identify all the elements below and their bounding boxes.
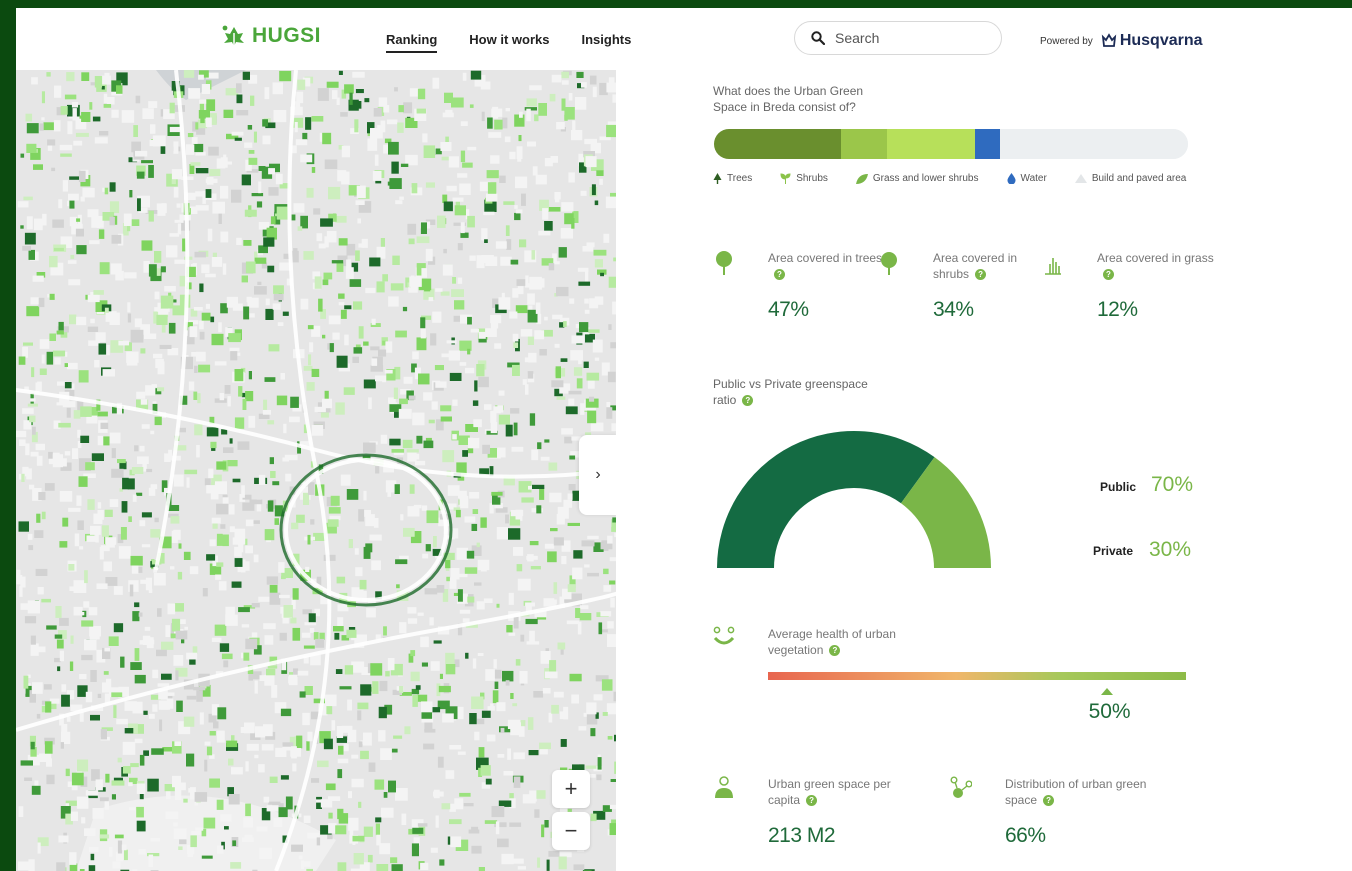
public-label: Public: [1100, 480, 1137, 494]
husqvarna-logo[interactable]: Husqvarna: [1101, 32, 1203, 50]
search-input[interactable]: [835, 30, 975, 46]
stat-grass: Area covered in grass? 12%: [1042, 250, 1214, 330]
powered-by: Powered by Husqvarna: [1040, 32, 1203, 50]
paved-segment: [1000, 129, 1188, 159]
ratio-title: Public vs Private greenspace ratio?: [713, 376, 893, 408]
city-details-panel: What does the Urban Green Space in Breda…: [616, 70, 1352, 871]
shrubs-segment: [841, 129, 887, 159]
search-icon: [811, 31, 825, 45]
help-icon[interactable]: ?: [806, 795, 818, 806]
stat-per-capita: Urban green space per capita? 213 M2: [713, 776, 933, 866]
water-segment: [975, 129, 1000, 159]
powered-by-label: Powered by: [1040, 35, 1093, 47]
distribution-value: 66%: [1005, 824, 1046, 847]
stat-shrubs: Area covered in shrubs? 34%: [878, 250, 1038, 330]
public-private-gauge: [717, 431, 991, 568]
main-nav: Ranking How it works Insights: [386, 32, 631, 53]
help-icon[interactable]: ?: [742, 395, 754, 406]
brand-name: Husqvarna: [1119, 32, 1203, 49]
app-window: HUGSI Ranking How it works Insights Powe…: [16, 8, 1352, 871]
help-icon[interactable]: ?: [774, 269, 785, 280]
help-icon[interactable]: ?: [975, 269, 987, 280]
search-box[interactable]: [794, 21, 1002, 55]
legend-item-water: Water: [1006, 173, 1047, 184]
logo-text: HUGSI: [252, 24, 322, 47]
nav-insights[interactable]: Insights: [581, 32, 631, 53]
per-capita-label: Urban green space per capita: [768, 777, 891, 807]
panel-toggle-button[interactable]: ›: [579, 435, 616, 515]
leaf-icon: [855, 173, 868, 184]
composition-bar: [714, 129, 1188, 159]
hugsi-logo[interactable]: HUGSI: [222, 24, 321, 48]
chevron-right-icon: ›: [595, 466, 601, 483]
shrub-icon: [881, 252, 897, 275]
zoom-in-button[interactable]: +: [552, 770, 590, 808]
public-value: 70%: [1151, 473, 1194, 496]
health-value: 50%: [1088, 700, 1131, 723]
legend-label-trees: Trees: [727, 173, 753, 184]
legend-item-shrubs: Shrubs: [780, 173, 828, 184]
help-icon[interactable]: ?: [1103, 269, 1114, 280]
legend-label-water: Water: [1020, 173, 1047, 184]
composition-legend: Trees Shrubs Grass and lower shrubs Wate…: [713, 173, 1193, 184]
stat-shrubs-value: 34%: [933, 298, 974, 321]
legend-item-grass: Grass and lower shrubs: [855, 173, 979, 184]
distribution-label: Distribution of urban green space: [1005, 777, 1147, 807]
legend-label-grass: Grass and lower shrubs: [872, 173, 979, 184]
hugsi-leaf-icon: [222, 25, 244, 46]
stat-grass-value: 12%: [1097, 298, 1138, 321]
legend-label-paved: Build and paved area: [1091, 173, 1187, 184]
drop-icon: [1006, 173, 1016, 184]
top-navigation-bar: HUGSI Ranking How it works Insights Powe…: [16, 8, 1352, 70]
sprout-icon: [780, 173, 791, 184]
stat-grass-label: Area covered in grass: [1097, 251, 1214, 265]
health-gradient-bar: [768, 672, 1186, 680]
city-map[interactable]: › + −: [16, 70, 616, 871]
trees-segment: [714, 129, 841, 159]
health-marker: [1100, 688, 1113, 695]
husqvarna-crown-icon: [1101, 33, 1116, 47]
legend-item-paved: Build and paved area: [1074, 173, 1187, 184]
tree-icon: [713, 173, 722, 184]
health-section: Average health of urban vegetation?: [713, 626, 1013, 666]
legend-item-trees: Trees: [713, 173, 752, 184]
stat-trees-label: Area covered in trees: [768, 251, 883, 265]
triangle-icon: [1074, 174, 1087, 183]
grass-icon: [1045, 258, 1061, 275]
tree-icon: [716, 251, 732, 275]
person-icon: [715, 776, 733, 798]
distribution-icon: [950, 776, 972, 798]
private-value: 30%: [1149, 538, 1192, 561]
nav-how-it-works[interactable]: How it works: [469, 32, 549, 53]
help-icon[interactable]: ?: [1043, 795, 1055, 806]
stat-distribution: Distribution of urban green space? 66%: [950, 776, 1190, 866]
nav-ranking[interactable]: Ranking: [386, 32, 438, 53]
composition-question: What does the Urban Green Space in Breda…: [713, 84, 864, 114]
per-capita-value: 213 M2: [768, 824, 836, 847]
ratio-title-text: Public vs Private greenspace ratio: [713, 377, 868, 407]
smile-icon: [713, 626, 735, 645]
gauge-public-arc: [717, 431, 935, 568]
private-label: Private: [1093, 544, 1134, 558]
map-canvas[interactable]: [16, 70, 616, 871]
stat-trees-value: 47%: [768, 298, 809, 321]
stat-trees: Area covered in trees? 47%: [713, 250, 882, 330]
zoom-out-button[interactable]: −: [552, 812, 590, 850]
grass-segment: [887, 129, 975, 159]
legend-label-shrubs: Shrubs: [796, 173, 828, 184]
help-icon[interactable]: ?: [829, 645, 841, 656]
